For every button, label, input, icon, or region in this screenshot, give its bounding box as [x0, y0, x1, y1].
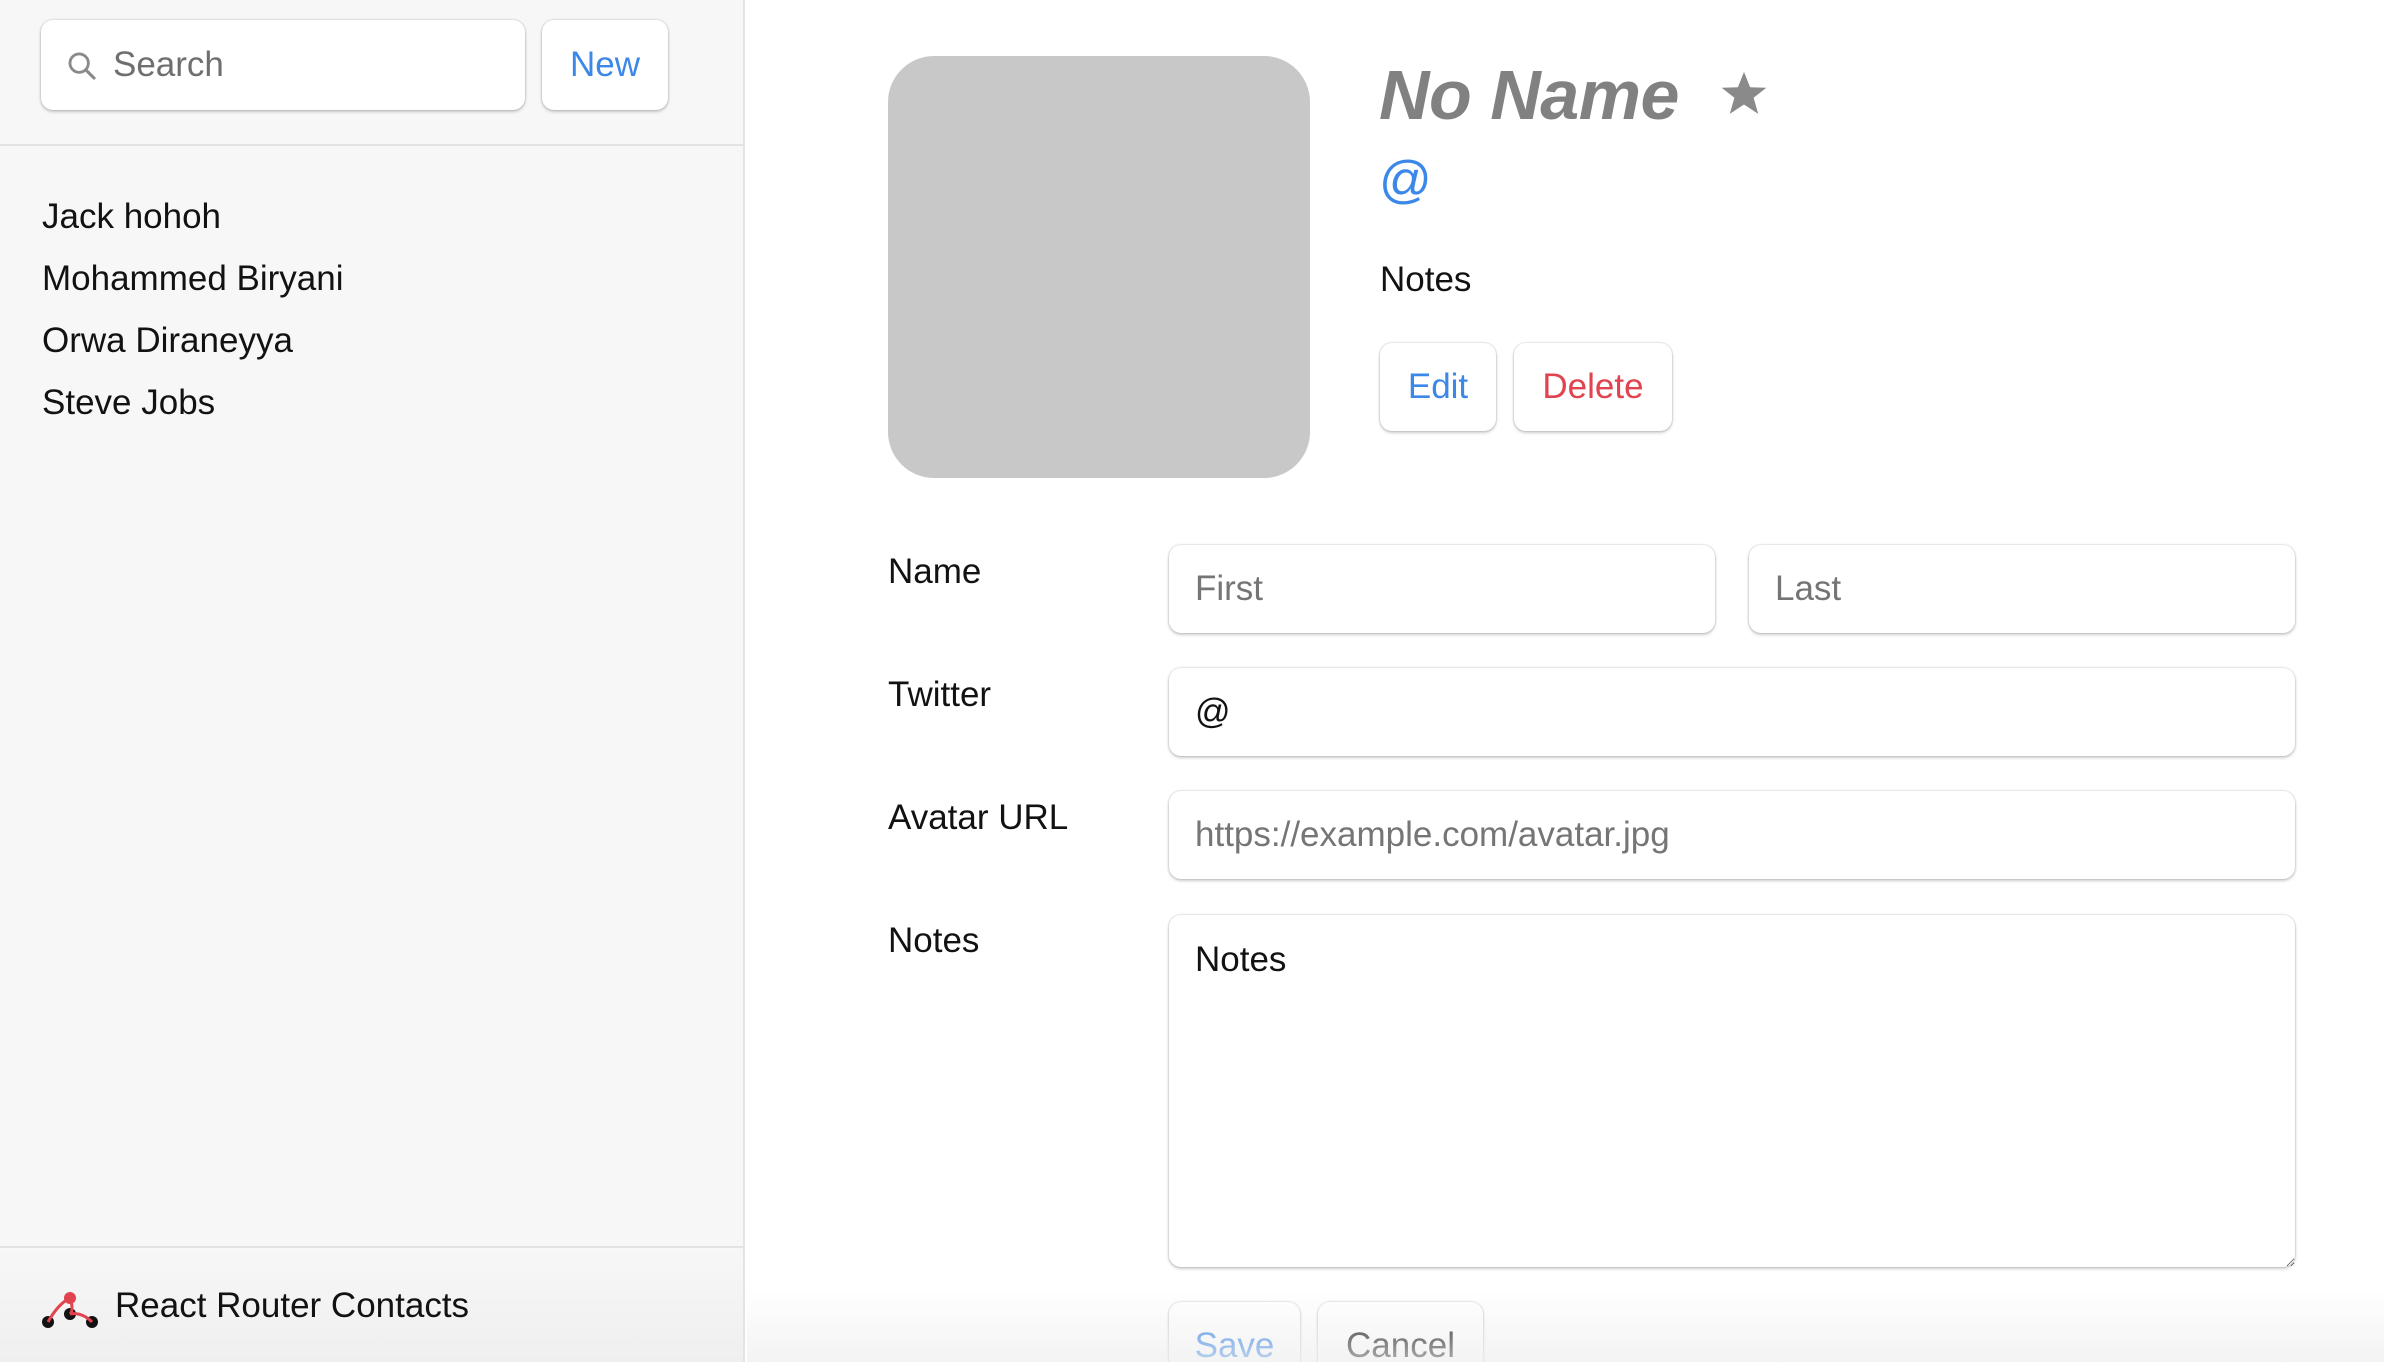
notes-label: Notes [888, 921, 980, 960]
search-icon [68, 52, 96, 80]
notes-textarea[interactable]: Notes [1169, 915, 2295, 1267]
sidebar-footer: React Router Contacts [0, 1246, 743, 1362]
contact-list-item[interactable]: Steve Jobs [42, 372, 344, 434]
last-name-input[interactable] [1749, 545, 2295, 633]
twitter-handle-link[interactable]: @ [1379, 150, 1432, 210]
app-root: New Jack hohoh Mohammed Biryani Orwa Dir… [0, 0, 2384, 1362]
edit-button[interactable]: Edit [1380, 343, 1496, 431]
search-box[interactable] [41, 20, 525, 110]
sidebar: New Jack hohoh Mohammed Biryani Orwa Dir… [0, 0, 745, 1362]
contact-avatar [888, 56, 1310, 478]
twitter-label: Twitter [888, 675, 992, 714]
contact-list-item[interactable]: Mohammed Biryani [42, 248, 344, 310]
new-contact-button[interactable]: New [542, 20, 668, 110]
sidebar-header: New [0, 0, 743, 146]
twitter-input[interactable] [1169, 668, 2295, 756]
avatar-url-input[interactable] [1169, 791, 2295, 879]
delete-button[interactable]: Delete [1514, 343, 1672, 431]
contact-list: Jack hohoh Mohammed Biryani Orwa Diraney… [42, 186, 344, 434]
contact-list-item[interactable]: Orwa Diraneyya [42, 310, 344, 372]
react-router-logo-icon [42, 1292, 98, 1328]
contact-name: No Name [1379, 56, 1679, 134]
bottom-fade-overlay [747, 1290, 2384, 1362]
app-title: React Router Contacts [115, 1286, 470, 1325]
contact-notes: Notes [1380, 260, 1472, 299]
cancel-button[interactable]: Cancel [1318, 1302, 1483, 1362]
contact-list-item[interactable]: Jack hohoh [42, 186, 344, 248]
avatar-url-label: Avatar URL [888, 798, 1069, 837]
search-input[interactable] [113, 20, 513, 110]
name-label: Name [888, 552, 982, 591]
save-button[interactable]: Save [1169, 1302, 1300, 1362]
star-icon[interactable] [1716, 66, 1772, 122]
first-name-input[interactable] [1169, 545, 1715, 633]
